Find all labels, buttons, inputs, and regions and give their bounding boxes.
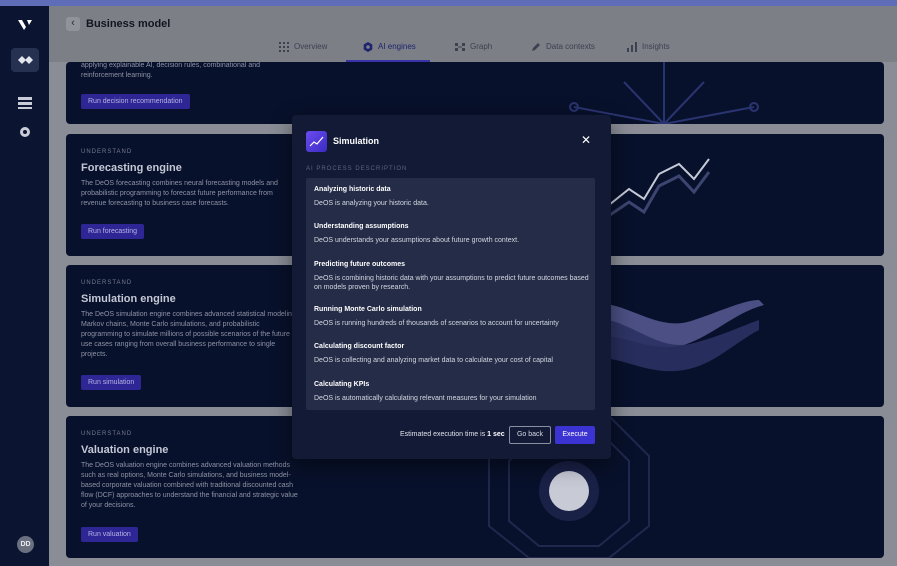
simulation-title: Simulation engine [81,293,176,305]
step-title: Understanding assumptions [314,223,409,230]
process-step: Predicting future outcomes DeOS is combi… [314,260,589,292]
tab-bar: Overview AI engines Graph Data contexts [49,42,897,62]
step-description: DeOS is combining historic data with you… [314,275,589,291]
execution-time-text: Estimated execution time is 1 sec [400,431,505,438]
tab-insights-label: Insights [642,42,670,51]
process-step: Understanding assumptions DeOS understan… [314,222,589,245]
run-forecasting-button[interactable]: Run forecasting [81,224,145,239]
user-avatar[interactable]: DD [17,536,34,553]
nav-models-icon[interactable] [16,51,34,69]
execution-time-prefix: Estimated execution time is [400,431,488,438]
step-title: Calculating KPIs [314,381,370,388]
modal-title: Simulation [333,136,380,146]
step-description: DeOS is analyzing your historic data. [314,200,429,207]
decision-engine-description: applying explainable AI, decision rules,… [81,62,261,79]
nav-settings-icon[interactable] [16,123,34,141]
tab-overview[interactable]: Overview [279,42,327,62]
step-description: DeOS is automatically calculating releva… [314,395,537,402]
close-icon[interactable]: ✕ [581,134,591,146]
process-steps-list: Analyzing historic data DeOS is analyzin… [306,178,595,410]
tab-ai-engines-label: AI engines [378,42,416,51]
run-simulation-button[interactable]: Run simulation [81,375,142,390]
step-title: Calculating discount factor [314,343,405,350]
process-step: Calculating KPIs DeOS is automatically c… [314,380,589,403]
nav-database-icon[interactable] [16,94,34,112]
back-button[interactable]: ‹ [66,17,80,31]
tab-graph[interactable]: Graph [455,42,492,62]
pencil-icon [532,43,540,51]
logo-icon [18,20,32,30]
wave-illustration-icon [584,300,764,372]
step-title: Predicting future outcomes [314,261,406,268]
tab-graph-label: Graph [470,42,493,51]
grid-icon [279,42,289,52]
run-decision-recommendation-button[interactable]: Run decision recommendation [81,94,190,109]
forecast-line-illustration-icon [603,158,711,221]
tab-overview-label: Overview [294,42,328,51]
left-nav-rail: DD [0,6,49,566]
go-back-button[interactable]: Go back [509,426,551,444]
valuation-kicker: UNDERSTAND [81,431,133,437]
step-description: DeOS is collecting and analyzing market … [314,357,553,364]
hexagon-icon [363,42,373,52]
forecasting-description: The DeOS forecasting combines neural for… [81,180,278,207]
page-title: Business model [86,18,171,30]
simulation-modal: Simulation ✕ AI PROCESS DESCRIPTION Anal… [292,115,611,459]
execution-time-value: 1 sec [487,431,505,438]
step-description: DeOS is running hundreds of thousands of… [314,320,559,327]
valuation-description: The DeOS valuation engine combines advan… [81,462,298,509]
simulation-kicker: UNDERSTAND [81,280,133,286]
step-title: Running Monte Carlo simulation [314,306,422,313]
simulation-chart-icon [306,131,327,152]
step-title: Analyzing historic data [314,186,391,193]
tab-data-contexts[interactable]: Data contexts [531,42,595,62]
process-step: Calculating discount factor DeOS is coll… [314,342,589,365]
valuation-title: Valuation engine [81,444,169,456]
graph-icon [455,43,465,51]
page-header: ‹ Business model Overview AI engines Gra… [49,6,897,62]
run-valuation-button[interactable]: Run valuation [81,527,138,542]
bar-chart-icon [627,42,637,52]
tab-data-contexts-label: Data contexts [546,42,595,51]
tab-ai-engines[interactable]: AI engines [363,42,416,62]
simulation-description: The DeOS simulation engine combines adva… [81,311,298,358]
forecasting-title: Forecasting engine [81,162,182,174]
ai-process-description-label: AI PROCESS DESCRIPTION [306,166,408,172]
tab-insights[interactable]: Insights [627,42,670,62]
step-description: DeOS understands your assumptions about … [314,237,520,244]
execute-button[interactable]: Execute [555,426,595,444]
forecasting-kicker: UNDERSTAND [81,149,133,155]
process-step: Running Monte Carlo simulation DeOS is r… [314,305,589,328]
process-step: Analyzing historic data DeOS is analyzin… [314,185,589,208]
